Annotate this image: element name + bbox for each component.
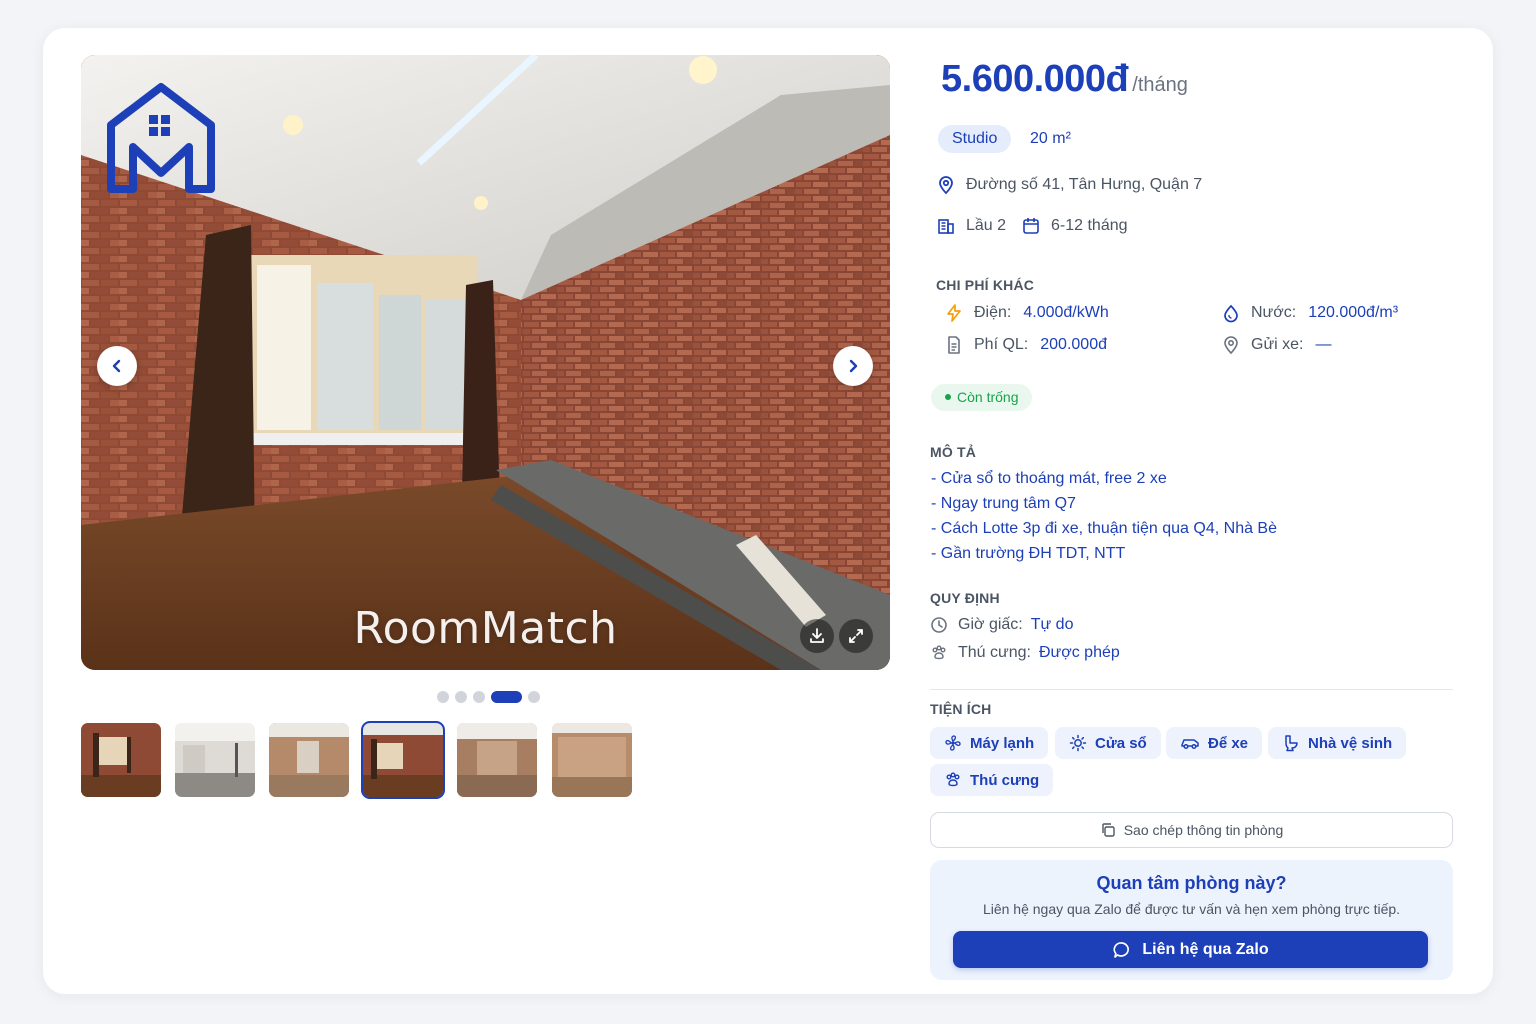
paw-icon — [946, 772, 960, 787]
address-text: Đường số 41, Tân Hưng, Quận 7 — [966, 176, 1203, 193]
price: 5.600.000đ/tháng — [941, 58, 1188, 101]
section-divider — [930, 689, 1453, 690]
main-photo[interactable]: RoomMatch — [81, 55, 890, 670]
mgmt-value: 200.000đ — [1040, 336, 1107, 353]
expand-icon — [849, 629, 863, 643]
download-icon — [810, 628, 824, 643]
thumbnail-4[interactable] — [361, 721, 445, 799]
lease-text: 6-12 tháng — [1051, 217, 1128, 234]
hours-rule: Giờ giấc: Tự do — [930, 616, 1073, 634]
carousel-dot[interactable] — [528, 691, 540, 703]
price-value: 5.600.000đ — [941, 58, 1129, 100]
thumbnail-1[interactable] — [81, 723, 161, 797]
room-type-badge: Studio — [938, 125, 1012, 153]
roommatch-logo — [107, 83, 215, 193]
amenity-label: Máy lạnh — [970, 734, 1035, 752]
electric-value: 4.000đ/kWh — [1023, 304, 1109, 321]
water-label: Nước: — [1251, 304, 1297, 321]
pets-rule: Thú cưng: Được phép — [930, 644, 1120, 662]
electric-fee: Điện: 4.000đ/kWh — [944, 303, 1109, 323]
contact-subtitle: Liên hệ ngay qua Zalo để được tư vấn và … — [982, 901, 1401, 917]
paw-icon — [932, 645, 946, 660]
copy-label: Sao chép thông tin phòng — [1123, 822, 1284, 838]
toilet-icon — [1285, 735, 1298, 752]
carousel-dot[interactable] — [455, 691, 467, 703]
amenity-label: Để xe — [1208, 734, 1249, 752]
amenity-window: Cửa sổ — [1055, 727, 1161, 759]
location-pin-icon — [939, 176, 953, 195]
sun-icon — [1069, 734, 1087, 752]
amenity-label: Cửa sổ — [1095, 734, 1147, 752]
download-image-button[interactable] — [800, 619, 834, 653]
description-line: - Cửa sổ to thoáng mát, free 2 xe — [931, 470, 1167, 487]
thumbnail-5[interactable] — [457, 723, 537, 797]
floor-text: Lầu 2 — [966, 217, 1007, 234]
hours-label: Giờ giấc: — [958, 616, 1023, 633]
amenity-label: Thú cưng — [970, 771, 1040, 789]
lease-row: 6-12 tháng — [1021, 216, 1128, 236]
thumbnail-6[interactable] — [552, 723, 632, 797]
photo-watermark: RoomMatch — [353, 603, 618, 654]
carousel-dots — [437, 691, 540, 703]
fan-icon — [945, 735, 961, 751]
parking-label: Gửi xe: — [1251, 336, 1304, 353]
description-line: - Ngay trung tâm Q7 — [931, 495, 1076, 512]
building-icon — [938, 219, 954, 234]
room-area: 20 m² — [1030, 130, 1071, 147]
parking-value: — — [1315, 336, 1332, 353]
carousel-dot[interactable] — [473, 691, 485, 703]
description-line: - Cách Lotte 3p đi xe, thuận tiện qua Q4… — [931, 520, 1277, 537]
address-row: Đường số 41, Tân Hưng, Quận 7 — [936, 175, 1202, 195]
amenity-toilet: Nhà vệ sinh — [1268, 727, 1407, 759]
availability-badge: Còn trống — [931, 384, 1033, 411]
chat-bubble-icon — [1113, 941, 1130, 958]
contact-panel: Quan tâm phòng này? Liên hệ ngay qua Zal… — [930, 860, 1453, 980]
pets-value: Được phép — [1038, 644, 1120, 661]
chevron-right-icon — [849, 359, 858, 373]
amenity-pets: Thú cưng — [930, 764, 1054, 796]
carousel-dot[interactable] — [437, 691, 449, 703]
fullscreen-button[interactable] — [839, 619, 873, 653]
next-image-button[interactable] — [833, 346, 873, 386]
water-fee: Nước: 120.000đ/m³ — [1221, 303, 1398, 323]
mgmt-label: Phí QL: — [974, 336, 1029, 353]
amenity-air-conditioner: Máy lạnh — [930, 727, 1049, 759]
price-unit: /tháng — [1132, 74, 1188, 96]
rules-title: QUY ĐỊNH — [930, 590, 1000, 606]
copy-info-button[interactable]: Sao chép thông tin phòng — [930, 812, 1453, 848]
contact-zalo-button[interactable]: Liên hệ qua Zalo — [953, 931, 1428, 968]
receipt-icon — [948, 336, 960, 354]
amenity-label: Nhà vệ sinh — [1308, 734, 1393, 752]
pets-label: Thú cưng: — [958, 644, 1031, 661]
thumbnail-3[interactable] — [269, 723, 349, 797]
zalo-label: Liên hệ qua Zalo — [1142, 940, 1269, 958]
carousel-dot-active[interactable] — [491, 691, 522, 703]
fees-title: CHI PHÍ KHÁC — [936, 277, 1035, 293]
floor-row: Lầu 2 — [936, 216, 1006, 236]
electric-label: Điện: — [974, 304, 1012, 321]
copy-icon — [1102, 823, 1115, 837]
management-fee: Phí QL: 200.000đ — [944, 335, 1107, 355]
location-pin-icon — [1224, 336, 1238, 355]
hours-value: Tự do — [1030, 616, 1074, 633]
water-value: 120.000đ/m³ — [1308, 304, 1399, 321]
amenity-parking: Để xe — [1166, 727, 1263, 759]
parking-fee: Gửi xe: — — [1221, 335, 1332, 355]
calendar-icon — [1023, 218, 1039, 234]
prev-image-button[interactable] — [97, 346, 137, 386]
clock-icon — [931, 617, 947, 633]
thumbnail-2[interactable] — [175, 723, 255, 797]
water-drop-icon — [1224, 304, 1238, 323]
description-title: MÔ TẢ — [930, 444, 977, 460]
chevron-left-icon — [112, 359, 121, 373]
amenities-title: TIỆN ÍCH — [930, 701, 992, 717]
lightning-icon — [947, 304, 961, 322]
contact-title: Quan tâm phòng này? — [1096, 873, 1287, 893]
description-line: - Gần trường ĐH TDT, NTT — [931, 545, 1126, 562]
car-icon — [1181, 739, 1199, 750]
